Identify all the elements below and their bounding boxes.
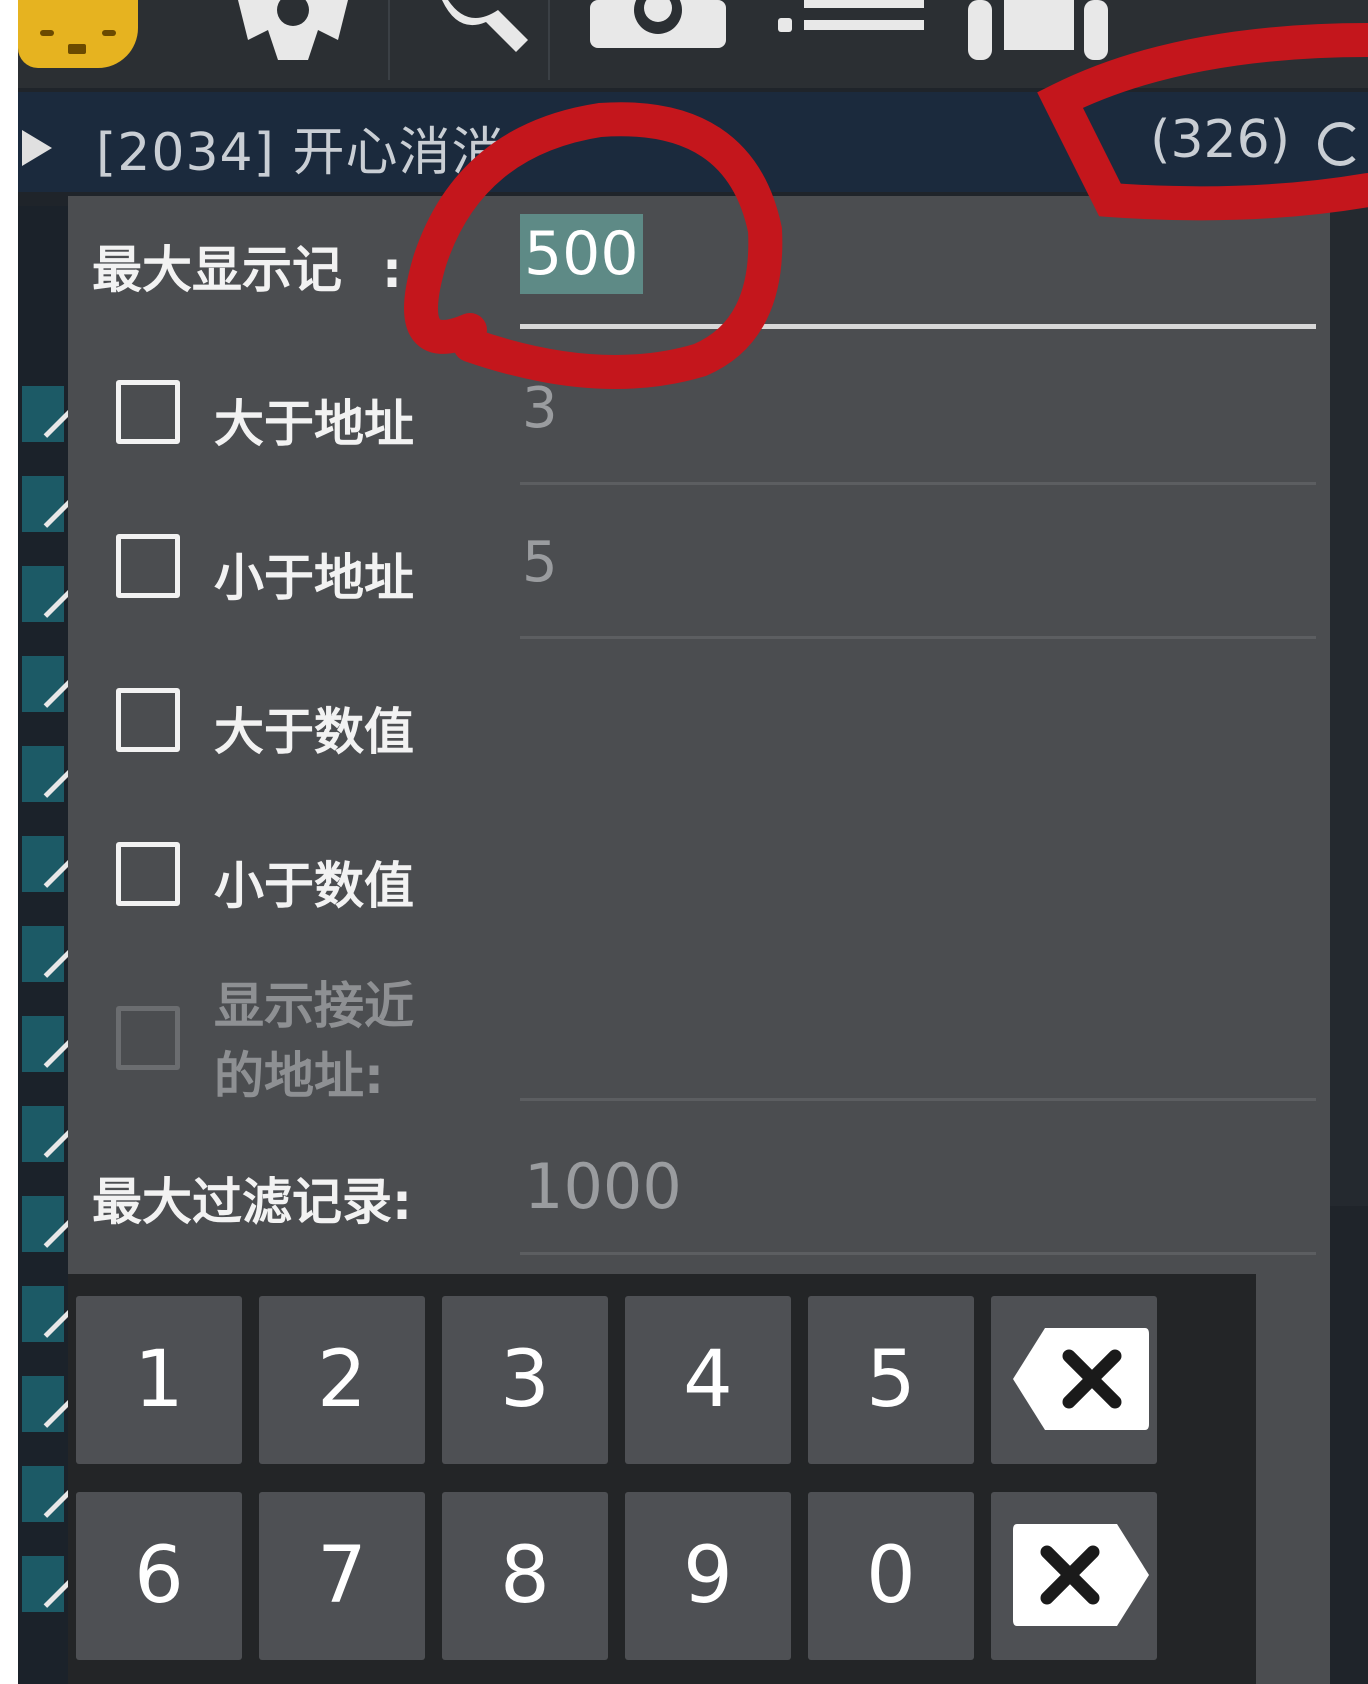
process-title-bar[interactable]: [2034] 开心消消 (326) — [18, 92, 1368, 192]
max-display-label: 最大显示记: — [92, 241, 402, 299]
mascot-icon[interactable] — [18, 0, 138, 68]
max-display-input[interactable]: 500 — [520, 214, 643, 294]
max-filter-label: 最大过滤记录: — [92, 1173, 412, 1231]
process-name: [2034] 开心消消 — [96, 123, 505, 183]
input-underline — [520, 482, 1316, 485]
android-icon[interactable] — [968, 0, 1108, 80]
less-than-address-input[interactable]: 5 — [522, 530, 558, 595]
max-filter-input[interactable]: 1000 — [524, 1150, 682, 1223]
key-4[interactable]: 4 — [625, 1296, 791, 1464]
app-frame: [2034] 开心消消 (326) 最大显示记: 500 大于地址 3 小于地址… — [18, 0, 1368, 1684]
key-7[interactable]: 7 — [259, 1492, 425, 1660]
checkmark-icon[interactable] — [22, 1286, 64, 1342]
checkmark-icon[interactable] — [22, 1466, 64, 1522]
backspace-key[interactable] — [991, 1296, 1157, 1464]
checkmark-icon[interactable] — [22, 476, 64, 532]
less-than-value-label: 小于数值 — [214, 857, 414, 915]
numeric-keypad: 1 2 3 4 5 6 7 8 9 0 — [68, 1274, 1256, 1684]
greater-than-address-label: 大于地址 — [214, 395, 414, 453]
show-near-address-label-line2: 的地址: — [214, 1047, 384, 1105]
result-count: (326) — [1150, 110, 1290, 170]
checkmark-icon[interactable] — [22, 1376, 64, 1432]
play-icon[interactable] — [22, 130, 52, 166]
input-underline — [520, 1098, 1316, 1101]
delete-icon — [1013, 1524, 1149, 1626]
key-0[interactable]: 0 — [808, 1492, 974, 1660]
checkmark-icon[interactable] — [22, 1106, 64, 1162]
show-near-address-checkbox[interactable] — [116, 1006, 180, 1070]
greater-than-value-label: 大于数值 — [214, 703, 414, 761]
key-5[interactable]: 5 — [808, 1296, 974, 1464]
less-than-address-label: 小于地址 — [214, 549, 414, 607]
key-8[interactable]: 8 — [442, 1492, 608, 1660]
show-near-address-label-line1: 显示接近 — [214, 977, 414, 1035]
delete-key[interactable] — [991, 1492, 1157, 1660]
input-underline — [520, 636, 1316, 639]
list-icon[interactable] — [778, 0, 928, 80]
camera-icon[interactable] — [588, 0, 728, 80]
checkmark-icon[interactable] — [22, 1016, 64, 1072]
key-1[interactable]: 1 — [76, 1296, 242, 1464]
checkmark-icon[interactable] — [22, 566, 64, 622]
mascot-eye — [102, 30, 116, 36]
checkmark-icon[interactable] — [22, 656, 64, 712]
greater-than-address-checkbox[interactable] — [116, 380, 180, 444]
less-than-address-checkbox[interactable] — [116, 534, 180, 598]
key-9[interactable]: 9 — [625, 1492, 791, 1660]
checkmark-icon[interactable] — [22, 1556, 64, 1612]
input-underline — [520, 1252, 1316, 1255]
checkmark-icon[interactable] — [22, 1196, 64, 1252]
key-6[interactable]: 6 — [76, 1492, 242, 1660]
right-list-edge — [1328, 206, 1368, 1206]
toolbar-divider — [388, 0, 390, 80]
key-2[interactable]: 2 — [259, 1296, 425, 1464]
gear-icon[interactable] — [218, 0, 368, 80]
backspace-icon — [1013, 1328, 1149, 1430]
max-display-input-underline — [520, 324, 1316, 329]
search-icon[interactable] — [428, 0, 538, 80]
top-toolbar — [18, 0, 1368, 88]
less-than-value-checkbox[interactable] — [116, 842, 180, 906]
checkmark-icon[interactable] — [22, 386, 64, 442]
result-list-checkmarks — [18, 206, 68, 1684]
key-3[interactable]: 3 — [442, 1296, 608, 1464]
greater-than-value-checkbox[interactable] — [116, 688, 180, 752]
refresh-icon[interactable] — [1318, 122, 1362, 166]
mascot-eye — [40, 30, 54, 36]
greater-than-address-input[interactable]: 3 — [522, 376, 558, 441]
toolbar-divider — [548, 0, 550, 80]
checkmark-icon[interactable] — [22, 836, 64, 892]
checkmark-icon[interactable] — [22, 746, 64, 802]
checkmark-icon[interactable] — [22, 926, 64, 982]
mascot-mouth — [68, 44, 86, 54]
